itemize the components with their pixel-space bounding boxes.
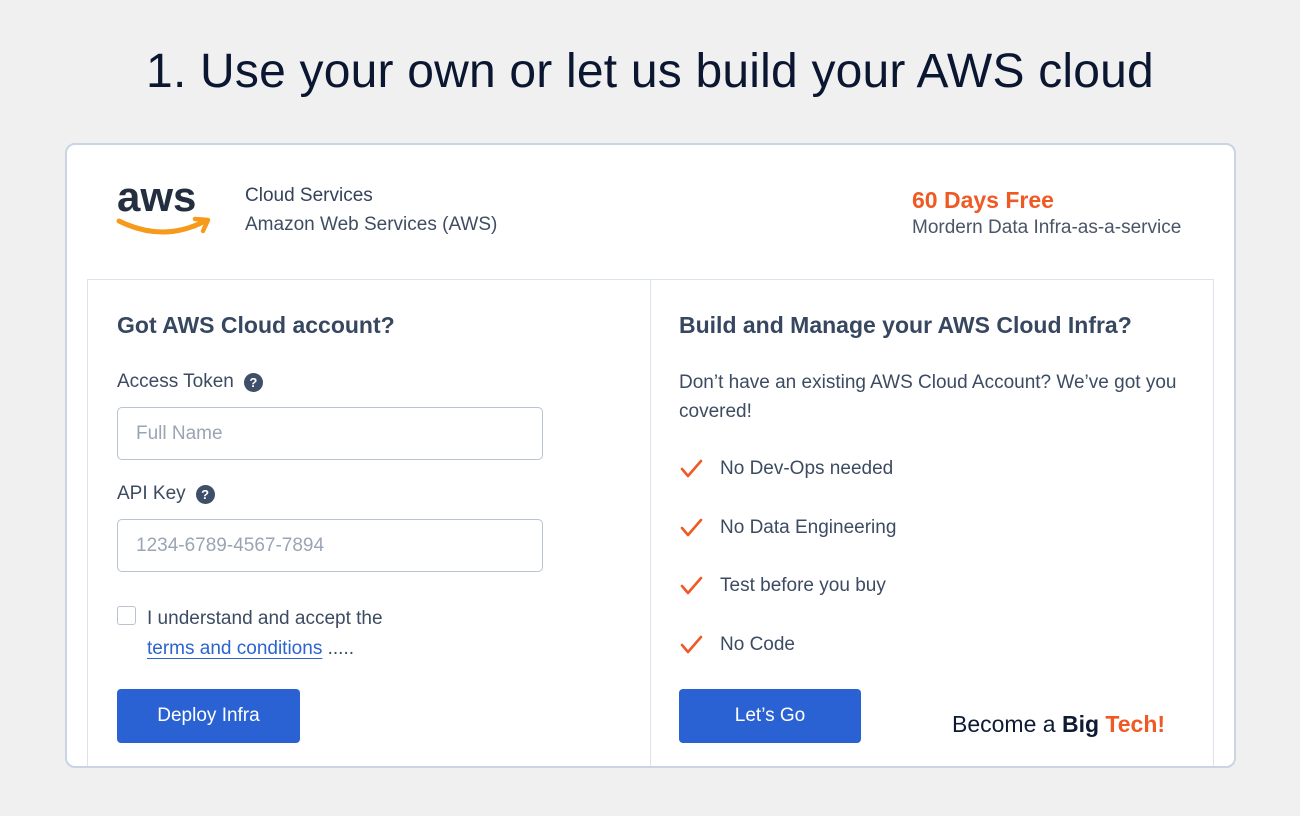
consent-suffix: .....: [322, 638, 355, 659]
feature-label: No Dev-Ops needed: [720, 458, 894, 479]
brand-line-2: Amazon Web Services (AWS): [245, 214, 498, 235]
existing-account-panel: Got AWS Cloud account? Access Token ? AP…: [88, 280, 651, 766]
checkmark-icon: [680, 576, 703, 595]
feature-label: No Code: [720, 634, 795, 655]
page-headline: 1. Use your own or let us build your AWS…: [146, 45, 1154, 98]
tagline-bold: Big: [1061, 711, 1100, 737]
feature-item: No Data Engineering: [679, 517, 896, 539]
build-infra-description: Don’t have an existing AWS Cloud Account…: [679, 372, 1177, 422]
aws-card: aws Cloud Services Amazon Web Services (…: [65, 143, 1236, 768]
checkmark-icon: [680, 635, 703, 654]
terms-link[interactable]: terms and conditions: [147, 638, 322, 659]
consent-label: I understand and accept the: [147, 608, 383, 629]
api-key-label-text: API Key: [117, 483, 186, 504]
brand-line-1: Cloud Services: [245, 185, 373, 206]
aws-logo-text: aws: [117, 175, 196, 220]
feature-label: Test before you buy: [720, 575, 886, 596]
checkmark-icon: [680, 459, 703, 478]
existing-account-title: Got AWS Cloud account?: [117, 312, 395, 338]
promo-subtitle: Mordern Data Infra-as-a-service: [912, 217, 1182, 238]
lets-go-button[interactable]: Let’s Go: [679, 689, 861, 743]
api-key-label: API Key ?: [117, 483, 215, 505]
checkmark-icon: [680, 518, 703, 537]
build-infra-panel: Build and Manage your AWS Cloud Infra? D…: [651, 280, 1213, 766]
consent-text: I understand and accept the terms and co…: [147, 604, 383, 664]
promo-title: 60 Days Free: [912, 187, 1054, 213]
feature-label: No Data Engineering: [720, 517, 897, 538]
api-key-input[interactable]: [117, 519, 543, 572]
tagline-prefix: Become a: [952, 711, 1062, 737]
aws-logo: aws: [116, 175, 211, 235]
tagline: Become a Big Tech!: [952, 711, 1165, 738]
panels: Got AWS Cloud account? Access Token ? AP…: [87, 279, 1214, 766]
deploy-infra-button[interactable]: Deploy Infra: [117, 689, 300, 743]
feature-item: Test before you buy: [679, 575, 886, 597]
brand-info: Cloud Services Amazon Web Services (AWS): [245, 181, 497, 239]
tagline-accent: Tech!: [1105, 711, 1166, 737]
build-infra-title: Build and Manage your AWS Cloud Infra?: [679, 312, 1132, 338]
access-token-label-text: Access Token: [117, 371, 234, 392]
access-token-input[interactable]: [117, 407, 543, 460]
feature-item: No Dev-Ops needed: [679, 458, 893, 480]
terms-checkbox[interactable]: [117, 606, 136, 625]
feature-item: No Code: [679, 634, 795, 656]
question-circle-icon[interactable]: ?: [243, 372, 263, 392]
promo: 60 Days Free Mordern Data Infra-as-a-ser…: [912, 185, 1181, 239]
access-token-label: Access Token ?: [117, 371, 263, 393]
question-circle-icon[interactable]: ?: [195, 484, 215, 504]
